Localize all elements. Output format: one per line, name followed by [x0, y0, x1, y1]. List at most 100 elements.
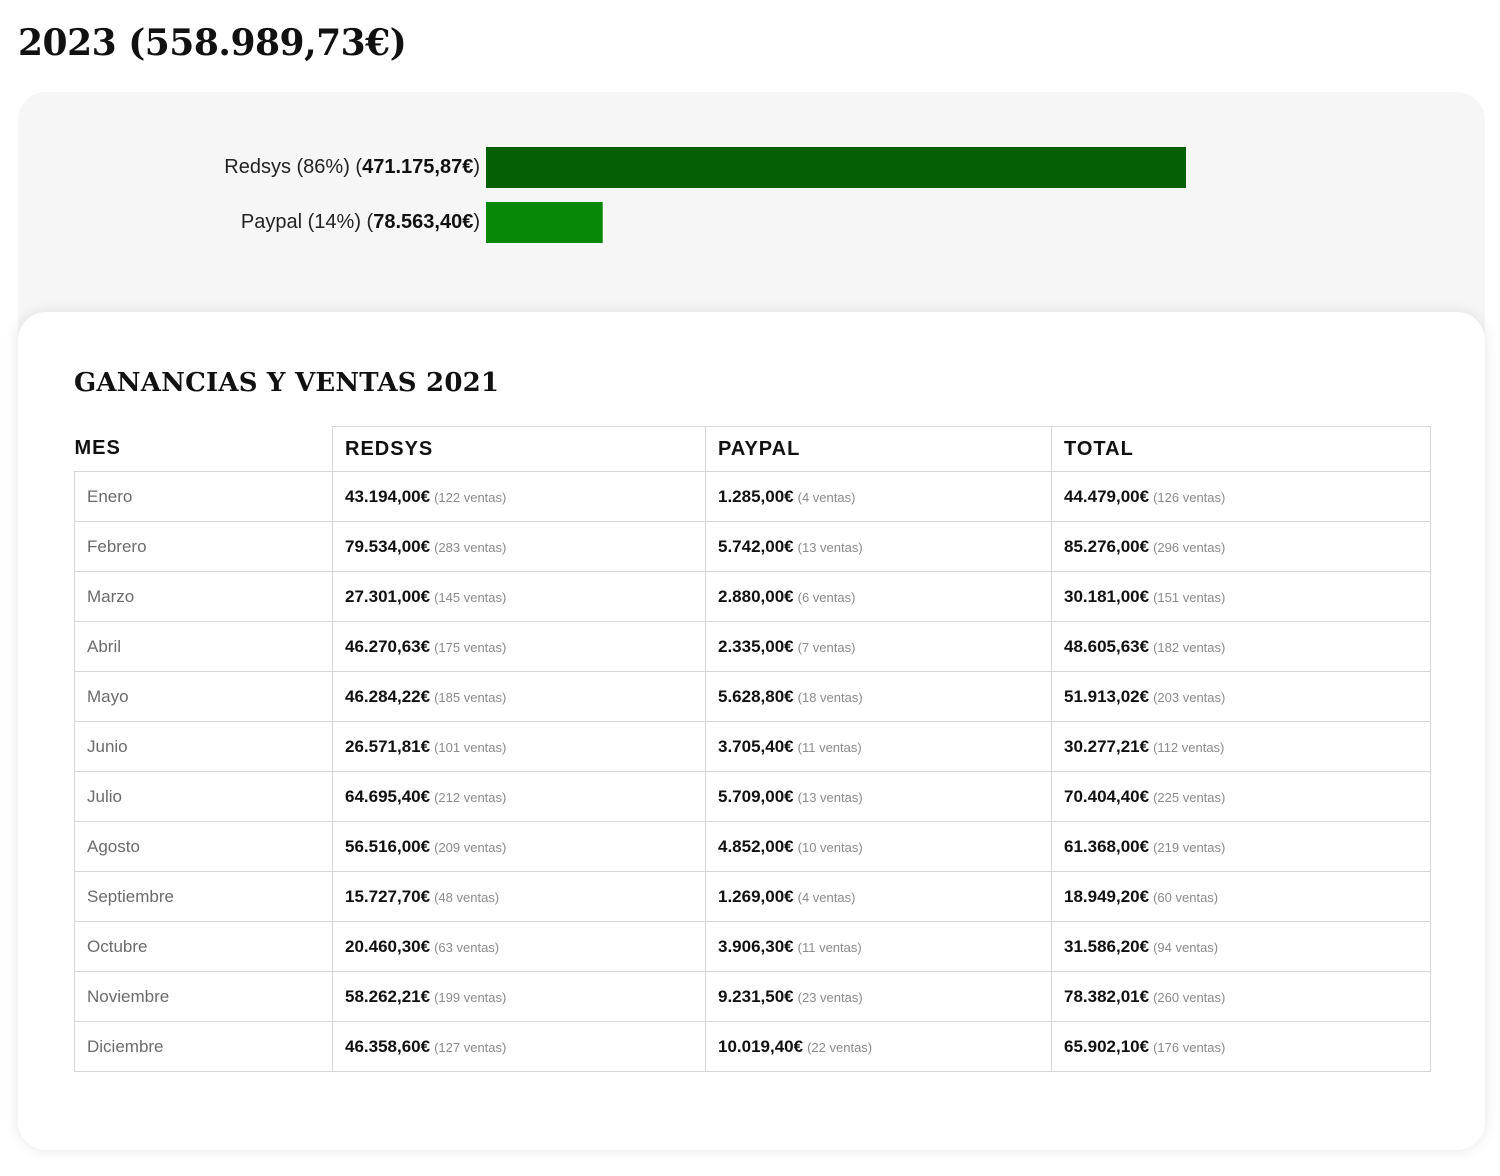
paypal-cell: 5.709,00€ (13 ventas)	[705, 771, 1052, 822]
paypal-sales-count: (11 ventas)	[797, 739, 862, 755]
paypal-amount: 4.852,00€	[718, 836, 794, 856]
paypal-sales-count: (13 ventas)	[797, 789, 863, 805]
redsys-cell: 46.284,22€ (185 ventas)	[332, 671, 706, 722]
page-title: 2023 (558.989,73€)	[18, 22, 407, 64]
month-cell: Marzo	[74, 571, 333, 622]
month-cell: Junio	[74, 721, 333, 772]
paypal-cell: 2.880,00€ (6 ventas)	[705, 571, 1052, 622]
bar-category: Redsys	[224, 156, 291, 178]
redsys-amount: 46.284,22€	[345, 686, 431, 706]
redsys-amount: 56.516,00€	[345, 836, 431, 856]
table-row: Agosto 56.516,00€ (209 ventas) 4.852,00€ (10…	[74, 821, 1431, 872]
paypal-amount: 9.231,50€	[718, 986, 794, 1006]
bar-paypal	[486, 202, 603, 243]
total-sales-count: (182 ventas)	[1153, 639, 1226, 655]
redsys-sales-count: (127 ventas)	[434, 1039, 507, 1055]
redsys-sales-count: (185 ventas)	[434, 689, 507, 705]
redsys-sales-count: (212 ventas)	[434, 789, 507, 805]
paypal-amount: 3.705,40€	[718, 736, 794, 756]
total-sales-count: (151 ventas)	[1153, 589, 1226, 605]
total-amount: 18.949,20€	[1064, 886, 1150, 906]
total-cell: 85.276,00€ (296 ventas)	[1051, 521, 1431, 572]
redsys-amount: 58.262,21€	[345, 986, 431, 1006]
paypal-cell: 1.269,00€ (4 ventas)	[705, 871, 1052, 922]
redsys-amount: 46.358,60€	[345, 1036, 431, 1056]
table-row: Julio 64.695,40€ (212 ventas) 5.709,00€ (13 …	[74, 771, 1431, 822]
total-sales-count: (94 ventas)	[1153, 939, 1219, 955]
total-amount: 30.277,21€	[1064, 736, 1150, 756]
table-row: Febrero 79.534,00€ (283 ventas) 5.742,00€ (1…	[74, 521, 1431, 572]
total-amount: 48.605,63€	[1064, 636, 1150, 656]
month-cell: Octubre	[74, 921, 333, 972]
table-row: Septiembre 15.727,70€ (48 ventas) 1.269,00€…	[74, 871, 1431, 922]
paypal-amount: 5.628,80€	[718, 686, 794, 706]
paypal-sales-count: (18 ventas)	[797, 689, 863, 705]
total-cell: 30.181,00€ (151 ventas)	[1051, 571, 1431, 622]
paypal-sales-count: (22 ventas)	[807, 1039, 873, 1055]
paypal-sales-count: (7 ventas)	[797, 639, 856, 655]
paypal-cell: 10.019,40€ (22 ventas)	[705, 1021, 1052, 1072]
header-mes: MES	[74, 437, 121, 460]
paypal-amount: 2.880,00€	[718, 586, 794, 606]
total-sales-count: (225 ventas)	[1153, 789, 1226, 805]
header-redsys: REDSYS	[332, 426, 706, 472]
table-header-row: MES REDSYS PAYPAL TOTAL	[74, 426, 1431, 472]
table-row: Mayo 46.284,22€ (185 ventas) 5.628,80€ (18 v…	[74, 671, 1431, 722]
redsys-cell: 15.727,70€ (48 ventas)	[332, 871, 706, 922]
paypal-cell: 5.628,80€ (18 ventas)	[705, 671, 1052, 722]
bar-percentage: 86%	[303, 156, 344, 178]
paypal-cell: 3.906,30€ (11 ventas)	[705, 921, 1052, 972]
total-amount: 61.368,00€	[1064, 836, 1150, 856]
month-cell: Agosto	[74, 821, 333, 872]
payment-method-bar-chart	[486, 147, 1186, 243]
redsys-cell: 43.194,00€ (122 ventas)	[332, 471, 706, 522]
redsys-cell: 27.301,00€ (145 ventas)	[332, 571, 706, 622]
month-cell: Julio	[74, 771, 333, 822]
earnings-table-card: GANANCIAS Y VENTAS 2021 MES REDSYS PAYPA…	[18, 312, 1485, 1150]
bar-label: Redsys (86%) (471.175,87€)	[224, 156, 480, 178]
paypal-cell: 4.852,00€ (10 ventas)	[705, 821, 1052, 872]
table-row: Noviembre 58.262,21€ (199 ventas) 9.231,50€…	[74, 971, 1431, 1022]
redsys-amount: 64.695,40€	[345, 786, 431, 806]
total-cell: 18.949,20€ (60 ventas)	[1051, 871, 1431, 922]
redsys-cell: 20.460,30€ (63 ventas)	[332, 921, 706, 972]
redsys-cell: 46.358,60€ (127 ventas)	[332, 1021, 706, 1072]
total-sales-count: (219 ventas)	[1153, 839, 1226, 855]
redsys-cell: 58.262,21€ (199 ventas)	[332, 971, 706, 1022]
earnings-table: MES REDSYS PAYPAL TOTAL Enero 43.194,00€(…	[74, 426, 1431, 1072]
bar-label: Paypal (14%) (78.563,40€)	[240, 211, 480, 233]
redsys-cell: 64.695,40€ (212 ventas)	[332, 771, 706, 822]
month-cell: Enero	[74, 471, 333, 522]
redsys-cell: 46.270,63€ (175 ventas)	[332, 621, 706, 672]
total-amount: 65.902,10€	[1064, 1036, 1150, 1056]
paypal-amount: 1.285,00€	[718, 486, 794, 506]
redsys-sales-count: (122 ventas)	[434, 489, 507, 505]
table-row: Enero 43.194,00€ (122 ventas) 1.285,00€ (4 v…	[74, 471, 1431, 522]
paypal-cell: 2.335,00€ (7 ventas)	[705, 621, 1052, 672]
redsys-sales-count: (101 ventas)	[434, 739, 507, 755]
paypal-sales-count: (13 ventas)	[797, 539, 863, 555]
total-amount: 44.479,00€	[1064, 486, 1150, 506]
total-amount: 85.276,00€	[1064, 536, 1150, 556]
redsys-amount: 20.460,30€	[345, 936, 431, 956]
total-sales-count: (112 ventas)	[1153, 739, 1225, 755]
redsys-sales-count: (175 ventas)	[434, 639, 507, 655]
redsys-amount: 27.301,00€	[345, 586, 431, 606]
total-sales-count: (296 ventas)	[1153, 539, 1226, 555]
paypal-sales-count: (11 ventas)	[797, 939, 862, 955]
month-cell: Mayo	[74, 671, 333, 722]
table-row: Abril 46.270,63€ (175 ventas) 2.335,00€ (7 v…	[74, 621, 1431, 672]
redsys-cell: 79.534,00€ (283 ventas)	[332, 521, 706, 572]
redsys-sales-count: (209 ventas)	[434, 839, 507, 855]
month-cell: Febrero	[74, 521, 333, 572]
paypal-amount: 5.709,00€	[718, 786, 794, 806]
total-sales-count: (260 ventas)	[1153, 989, 1226, 1005]
header-total: TOTAL	[1051, 426, 1431, 472]
paypal-amount: 10.019,40€	[718, 1036, 804, 1056]
total-amount: 78.382,01€	[1064, 986, 1150, 1006]
redsys-amount: 46.270,63€	[345, 636, 431, 656]
paypal-cell: 5.742,00€ (13 ventas)	[705, 521, 1052, 572]
redsys-sales-count: (48 ventas)	[434, 889, 500, 905]
paypal-amount: 3.906,30€	[718, 936, 794, 956]
paypal-amount: 1.269,00€	[718, 886, 794, 906]
